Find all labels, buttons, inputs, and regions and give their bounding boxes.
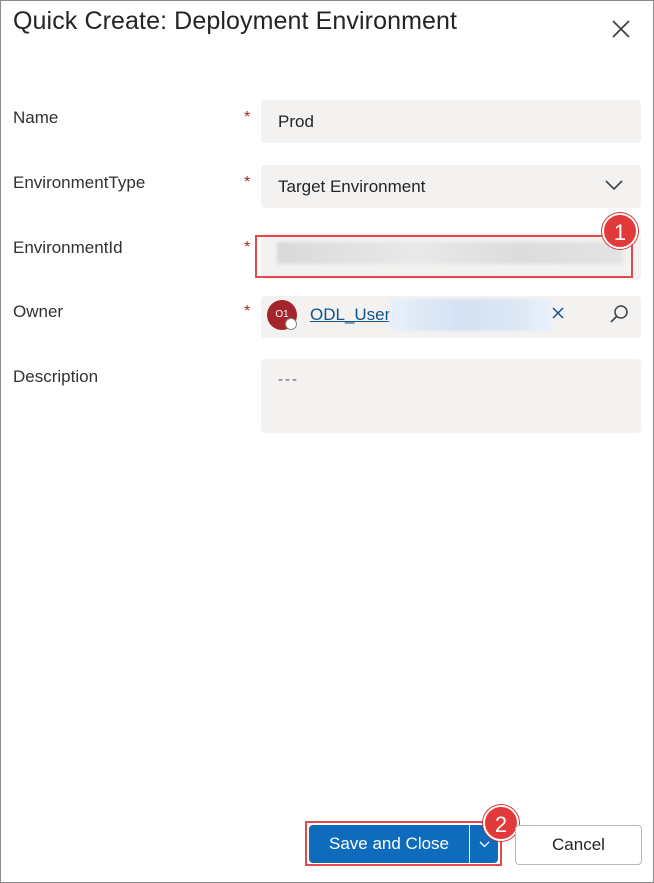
step-badge-2: 2 xyxy=(483,805,519,841)
highlight-box-save xyxy=(305,821,502,866)
environment-type-select[interactable]: Target Environment xyxy=(261,165,641,208)
presence-indicator xyxy=(285,318,297,330)
environment-type-value: Target Environment xyxy=(278,177,426,196)
quick-create-dialog: Quick Create: Deployment Environment Nam… xyxy=(0,0,654,883)
highlight-box-environment-id xyxy=(255,235,633,278)
close-button[interactable] xyxy=(605,13,637,45)
owner-required-marker: * xyxy=(244,303,251,320)
chevron-down-icon xyxy=(605,180,623,191)
name-required-marker: * xyxy=(244,109,251,126)
remove-icon[interactable] xyxy=(550,305,566,321)
environment-id-required-marker: * xyxy=(244,239,251,256)
environment-type-label: EnvironmentType xyxy=(13,173,146,192)
redacted-owner xyxy=(389,299,552,331)
description-field[interactable]: --- xyxy=(261,359,641,433)
owner-link[interactable]: ODL_User xyxy=(310,305,390,325)
dialog-title: Quick Create: Deployment Environment xyxy=(13,7,458,35)
search-icon[interactable] xyxy=(609,304,629,324)
close-icon xyxy=(612,20,630,38)
name-field[interactable]: Prod xyxy=(261,100,641,143)
step-badge-1: 1 xyxy=(602,213,638,249)
owner-lookup[interactable]: O1 ODL_User xyxy=(261,296,641,338)
name-value: Prod xyxy=(278,112,314,131)
name-label: Name xyxy=(13,108,59,127)
description-label: Description xyxy=(13,367,99,386)
cancel-button[interactable]: Cancel xyxy=(515,825,642,865)
owner-label: Owner xyxy=(13,302,64,321)
description-placeholder: --- xyxy=(278,371,299,388)
environment-id-label: EnvironmentId xyxy=(13,238,123,257)
environment-type-required-marker: * xyxy=(244,174,251,191)
